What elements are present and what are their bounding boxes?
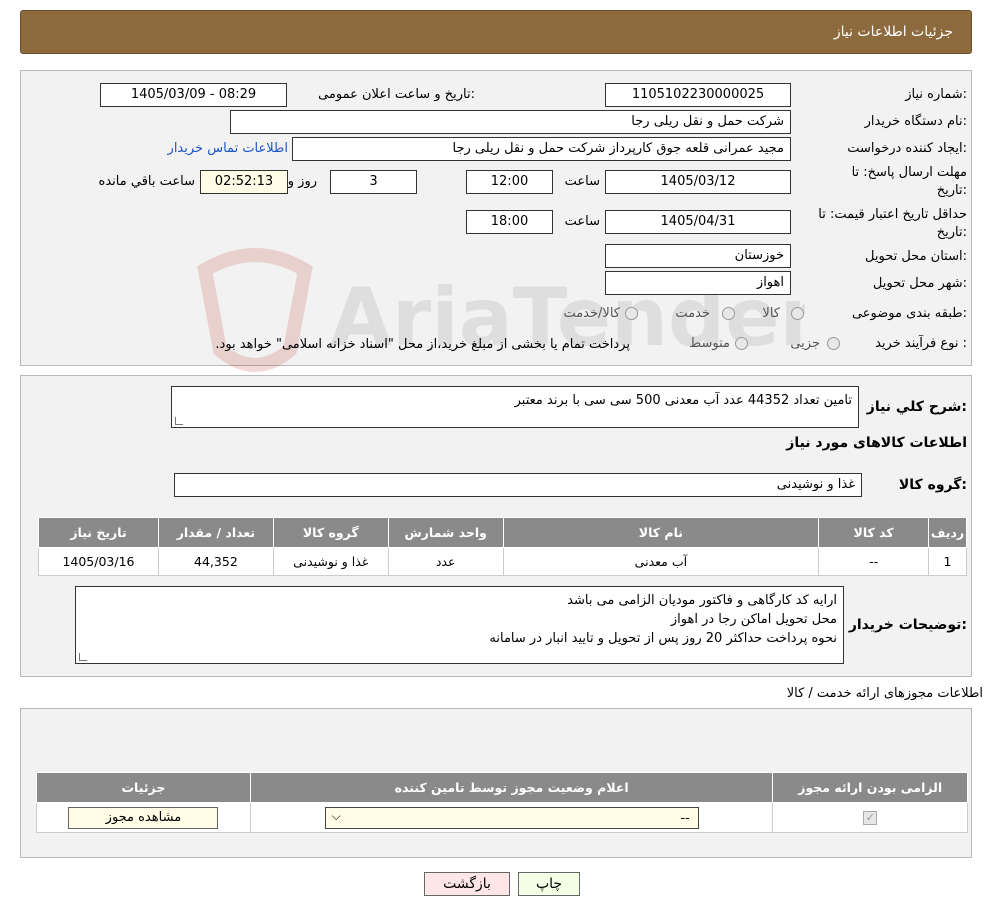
- resize-grip-icon[interactable]: [175, 417, 183, 425]
- buyer-org-label: نام دستگاه خریدار:: [864, 114, 967, 129]
- col-name: نام کالا: [502, 517, 820, 548]
- buyer-note-line-2: محل تحویل اماکن رجا در اهواز: [670, 612, 837, 627]
- province-label: استان محل تحویل:: [865, 249, 967, 264]
- col-unit: واحد شمارش: [387, 517, 504, 548]
- city-label: شهر محل تحویل:: [872, 276, 967, 291]
- cell-group: غذا و نوشیدنی: [272, 547, 389, 576]
- back-button[interactable]: بازگشت: [424, 872, 510, 896]
- print-button[interactable]: چاپ: [518, 872, 580, 896]
- price-validity-label: حداقل تاریخ اعتبار قیمت: تا: [818, 207, 967, 222]
- category-label: طبقه بندی موضوعی:: [851, 306, 967, 321]
- col-permit-required: الزامی بودن ارائه مجوز: [772, 772, 968, 803]
- cell-row: 1: [928, 547, 967, 576]
- reply-days-label: روز و: [287, 174, 317, 189]
- need-number-field: 1105102230000025: [605, 83, 791, 107]
- reply-time-field: 12:00: [466, 170, 553, 194]
- permit-status-value: --: [680, 809, 690, 825]
- announce-datetime-label: تاریخ و ساعت اعلان عمومی:: [318, 87, 475, 102]
- price-validity-time-label: ساعت: [564, 214, 600, 229]
- resize-grip-icon[interactable]: [79, 653, 87, 661]
- col-permit-status: اعلام وضعیت مجوز توسط تامین کننده: [249, 772, 774, 803]
- buyer-notes-label: توضیحات خریدار:: [848, 617, 967, 633]
- reply-deadline-label-2: تاریخ:: [936, 183, 967, 198]
- reply-days-field: 3: [330, 170, 417, 194]
- summary-textarea[interactable]: تامین تعداد 44352 عدد آب معدنی 500 سی سی…: [171, 386, 859, 428]
- announce-datetime-field: 1405/03/09 - 08:29: [100, 83, 287, 107]
- goods-group-field: غذا و نوشیدنی: [174, 473, 862, 497]
- province-field: خوزستان: [605, 244, 791, 268]
- cell-quantity: 44,352: [157, 547, 274, 576]
- purchase-option-medium: متوسط: [689, 336, 730, 351]
- cell-date: 1405/03/16: [38, 547, 159, 576]
- category-option-goods: کالا: [762, 306, 780, 321]
- city-field: اهواز: [605, 271, 791, 295]
- goods-table: ردیف کد کالا نام کالا واحد شمارش گروه کا…: [38, 517, 967, 576]
- price-validity-date-field: 1405/04/31: [605, 210, 791, 234]
- reply-deadline-label: مهلت ارسال پاسخ: تا: [851, 165, 967, 180]
- category-radio-goods-service[interactable]: [625, 307, 638, 320]
- col-permit-details: جزئیات: [36, 772, 251, 803]
- buyer-notes-textarea[interactable]: ارایه کد کارگاهی و فاکتور مودیان الزامی …: [75, 586, 844, 664]
- purchase-radio-medium[interactable]: [735, 337, 748, 350]
- price-validity-time-field: 18:00: [466, 210, 553, 234]
- buyer-org-field: شرکت حمل و نقل ریلی رجا: [230, 110, 791, 134]
- goods-info-title: اطلاعات کالاهای مورد نیاز: [786, 435, 967, 451]
- permits-table-header: الزامی بودن ارائه مجوز اعلام وضعیت مجوز …: [36, 772, 968, 803]
- buyer-note-line-1: ارایه کد کارگاهی و فاکتور مودیان الزامی …: [567, 593, 837, 608]
- goods-table-header: ردیف کد کالا نام کالا واحد شمارش گروه کا…: [38, 517, 967, 548]
- reply-time-label: ساعت: [564, 174, 600, 189]
- cell-code: --: [818, 547, 930, 576]
- table-row: ✓ -- ⌵ مشاهده مجوز: [36, 802, 968, 833]
- requester-field: مجید عمرانی قلعه جوق کارپرداز شرکت حمل و…: [292, 137, 791, 161]
- goods-group-label: گروه کالا:: [898, 477, 967, 493]
- category-option-goods-service: کالا/خدمت: [563, 306, 620, 321]
- permits-title: اطلاعات مجوزهای ارائه خدمت / کالا: [786, 686, 983, 701]
- col-code: کد کالا: [818, 517, 930, 548]
- view-permit-button[interactable]: مشاهده مجوز: [68, 806, 219, 829]
- col-row: ردیف: [928, 517, 967, 548]
- cell-unit: عدد: [387, 547, 504, 576]
- page-header: جزئیات اطلاعات نیاز: [20, 10, 972, 54]
- cell-permit-required: ✓: [772, 802, 968, 833]
- price-validity-label-2: تاریخ:: [936, 225, 967, 240]
- requester-label: ایجاد کننده درخواست:: [847, 141, 967, 156]
- table-row: 1 -- آب معدنی عدد غذا و نوشیدنی 44,352 1…: [38, 547, 967, 576]
- purchase-type-label: نوع فرآیند خرید :: [875, 336, 967, 351]
- reply-date-field: 1405/03/12: [605, 170, 791, 194]
- remaining-time-field: 02:52:13: [200, 170, 288, 194]
- permit-status-select[interactable]: -- ⌵: [324, 806, 699, 829]
- category-option-service: خدمت: [675, 306, 710, 321]
- category-radio-goods[interactable]: [791, 307, 804, 320]
- purchase-radio-minor[interactable]: [827, 337, 840, 350]
- cell-name: آب معدنی: [502, 547, 820, 576]
- need-number-label: شماره نیاز:: [905, 87, 967, 102]
- page-title: جزئیات اطلاعات نیاز: [833, 24, 953, 40]
- summary-label: شرح کلي نیاز:: [866, 399, 967, 415]
- remaining-time-label: ساعت باقي مانده: [98, 174, 195, 189]
- buyer-contact-link[interactable]: اطلاعات تماس خریدار: [168, 141, 288, 156]
- purchase-option-minor: جزیی: [790, 336, 820, 351]
- summary-text: تامین تعداد 44352 عدد آب معدنی 500 سی سی…: [514, 393, 852, 408]
- cell-permit-status: -- ⌵: [249, 802, 774, 833]
- cell-permit-details: مشاهده مجوز: [36, 802, 251, 833]
- buyer-note-line-3: نحوه پرداخت حداکثر 20 روز پس از تحویل و …: [489, 631, 837, 646]
- chevron-down-icon: ⌵: [331, 808, 341, 823]
- category-radio-service[interactable]: [722, 307, 735, 320]
- col-date: تاریخ نیاز: [38, 517, 159, 548]
- permit-required-checkbox[interactable]: ✓: [863, 810, 878, 825]
- permits-table: الزامی بودن ارائه مجوز اعلام وضعیت مجوز …: [36, 772, 968, 833]
- col-quantity: تعداد / مقدار: [157, 517, 274, 548]
- col-group: گروه کالا: [272, 517, 389, 548]
- purchase-note: پرداخت تمام یا بخشی از مبلغ خرید،از محل …: [215, 337, 630, 352]
